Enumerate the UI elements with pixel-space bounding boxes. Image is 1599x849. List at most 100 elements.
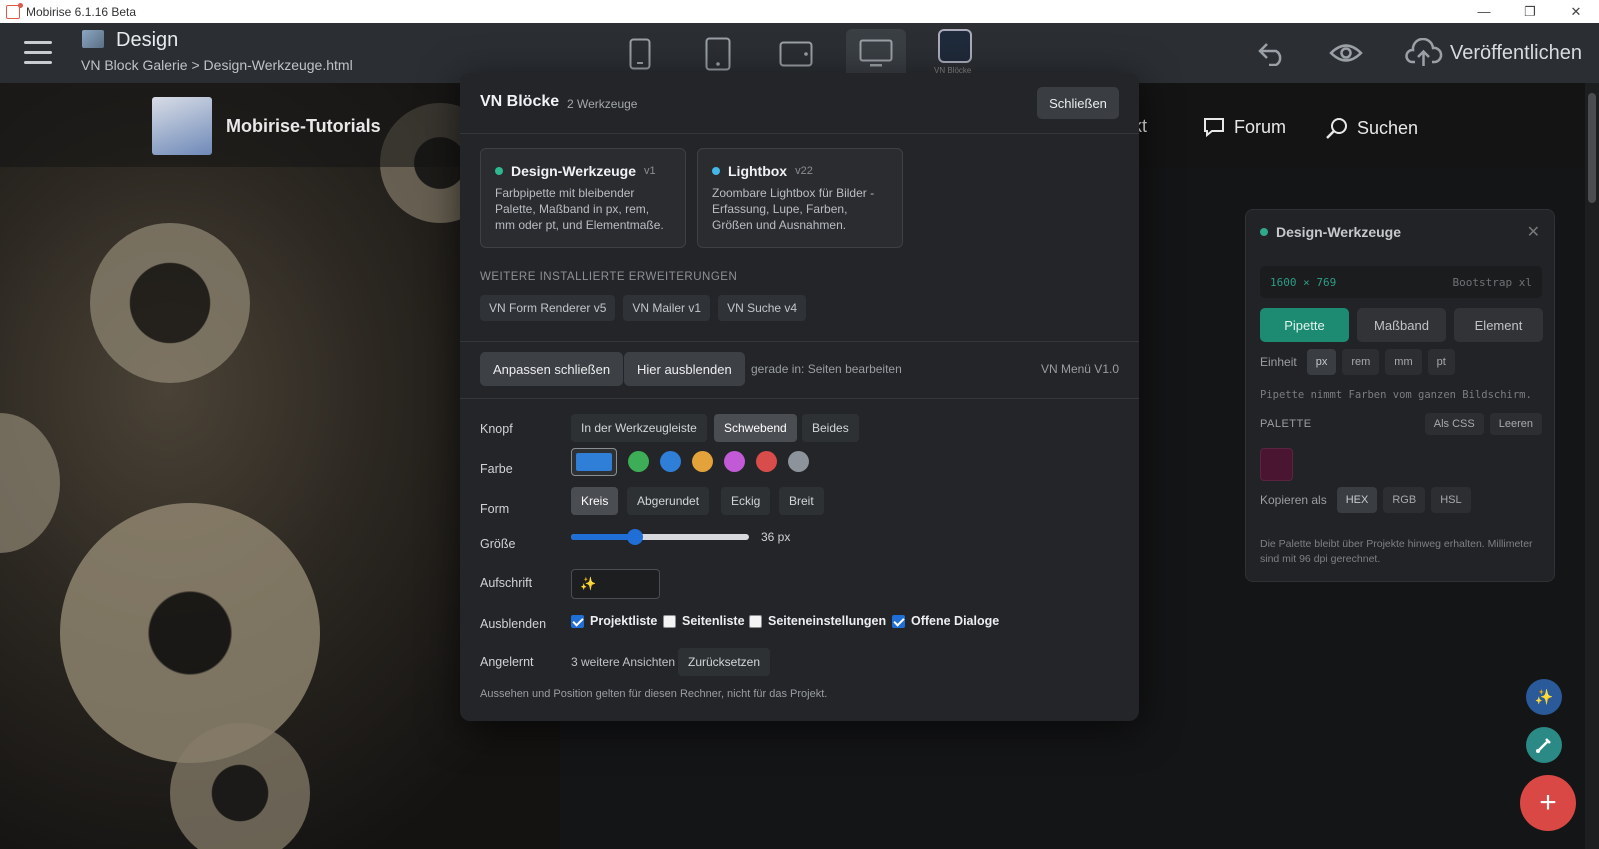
page-scrollbar[interactable] xyxy=(1585,83,1599,849)
learned-views-count: 3 weitere Ansichten xyxy=(571,655,676,669)
vn-blocks-dialog: VN Blöcke 2 Werkzeuge Schließen Design-W… xyxy=(460,73,1139,721)
app-icon xyxy=(6,2,23,19)
hide-page-list-checkbox[interactable]: Seitenliste xyxy=(663,614,745,628)
pipette-hint: Pipette nimmt Farben vom ganzen Bildschi… xyxy=(1260,389,1532,401)
extension-card-design-tools[interactable]: Design-Werkzeuge v1 Farbpipette mit blei… xyxy=(480,148,686,248)
slider-handle[interactable] xyxy=(626,529,643,545)
unit-rem-button[interactable]: rem xyxy=(1342,349,1380,375)
palette-header: PALETTE Als CSS Leeren xyxy=(1260,413,1542,435)
hide-project-list-checkbox[interactable]: Projektliste xyxy=(571,614,657,628)
phone-icon xyxy=(629,38,651,70)
unit-pt-button[interactable]: pt xyxy=(1427,349,1455,375)
extension-chip[interactable]: VN Mailer v1 xyxy=(623,295,711,321)
add-block-button[interactable]: + xyxy=(1520,775,1576,831)
dialog-subtitle: 2 Werkzeuge xyxy=(567,97,638,111)
site-logo[interactable] xyxy=(152,97,212,155)
shape-wide-option[interactable]: Breit xyxy=(779,487,824,515)
extension-card-lightbox[interactable]: Lightbox v22 Zoombare Lightbox für Bilde… xyxy=(697,148,903,248)
nav-link-forum[interactable]: Forum xyxy=(1202,116,1286,138)
mode-toolbar-option[interactable]: In der Werkzeugleiste xyxy=(571,414,707,442)
color-orange-swatch[interactable] xyxy=(692,451,713,472)
unit-selector: Einheit px rem mm pt xyxy=(1260,349,1455,375)
scrollbar-thumb[interactable] xyxy=(1588,93,1596,203)
color-blue-swatch[interactable] xyxy=(660,451,681,472)
copy-format-selector: Kopieren als HEX RGB HSL xyxy=(1260,487,1471,513)
minimize-icon[interactable]: — xyxy=(1461,0,1507,23)
reset-button[interactable]: Zurücksetzen xyxy=(678,648,771,676)
extension-version: v22 xyxy=(795,165,813,177)
tablet-landscape-view-button[interactable] xyxy=(766,29,826,79)
hide-here-button[interactable]: Hier ausblenden xyxy=(624,352,745,386)
unit-label: Einheit xyxy=(1260,355,1297,369)
close-customize-button[interactable]: Anpassen schließen xyxy=(480,352,624,386)
preview-eye-icon[interactable] xyxy=(1328,35,1364,71)
format-hex-button[interactable]: HEX xyxy=(1336,487,1378,513)
mode-both-option[interactable]: Beides xyxy=(802,414,859,442)
color-red-swatch[interactable] xyxy=(756,451,777,472)
chat-icon xyxy=(1204,118,1224,138)
menu-version: VN Menü V1.0 xyxy=(1040,362,1119,376)
menu-icon[interactable] xyxy=(24,41,52,65)
nav-link-search[interactable]: Suchen xyxy=(1325,116,1418,140)
color-green-swatch[interactable] xyxy=(628,451,649,472)
tool-measure-button[interactable]: Maßband xyxy=(1357,308,1446,342)
project-thumbnail xyxy=(82,30,104,48)
divider xyxy=(460,341,1139,342)
color-purple-swatch[interactable] xyxy=(724,451,745,472)
publish-button[interactable]: Veröffentlichen xyxy=(1450,42,1582,65)
project-title: Design xyxy=(116,29,179,51)
size-slider[interactable] xyxy=(571,529,749,545)
format-rgb-button[interactable]: RGB xyxy=(1383,487,1426,513)
site-name[interactable]: Mobirise-Tutorials xyxy=(226,116,381,137)
color-label: Farbe xyxy=(480,462,513,476)
extension-description: Farbpipette mit bleibender Palette, Maßb… xyxy=(495,186,664,232)
restore-icon[interactable]: ❐ xyxy=(1507,0,1553,23)
format-hsl-button[interactable]: HSL xyxy=(1431,487,1471,513)
palette-label: PALETTE xyxy=(1260,418,1312,430)
dialog-close-button[interactable]: Schließen xyxy=(1037,87,1119,119)
tool-pipette-button[interactable]: Pipette xyxy=(1260,308,1349,342)
extension-description: Zoombare Lightbox für Bilder - Erfassung… xyxy=(712,186,875,232)
mode-floating-option[interactable]: Schwebend xyxy=(714,414,797,442)
color-gray-swatch[interactable] xyxy=(788,451,809,472)
undo-icon[interactable] xyxy=(1254,35,1290,71)
unit-px-button[interactable]: px xyxy=(1306,349,1337,375)
desktop-view-button[interactable] xyxy=(846,29,906,79)
design-tools-header: Design-Werkzeuge xyxy=(1260,224,1401,240)
hide-page-settings-checkbox[interactable]: Seiteneinstellungen xyxy=(749,614,886,628)
more-extensions-label: WEITERE INSTALLIERTE ERWEITERUNGEN xyxy=(480,271,738,283)
dialog-footnote: Aussehen und Position gelten für diesen … xyxy=(480,688,828,700)
divider xyxy=(460,398,1139,399)
page-path[interactable]: VN Block Galerie > Design-Werkzeuge.html xyxy=(81,57,353,73)
tool-element-button[interactable]: Element xyxy=(1454,308,1543,342)
close-icon[interactable]: ✕ xyxy=(1553,0,1599,23)
shape-rounded-option[interactable]: Abgerundet xyxy=(627,487,710,515)
unit-mm-button[interactable]: mm xyxy=(1385,349,1422,375)
design-floating-button[interactable] xyxy=(1526,727,1562,763)
status-dot-icon xyxy=(712,167,720,175)
copy-label: Kopieren als xyxy=(1260,493,1327,507)
palette-clear-button[interactable]: Leeren xyxy=(1489,413,1542,435)
palette-swatch[interactable] xyxy=(1260,448,1293,481)
tablet-landscape-icon xyxy=(779,41,813,67)
sparkle-icon: ✨ xyxy=(1534,689,1554,706)
extension-chip[interactable]: VN Form Renderer v5 xyxy=(480,295,616,321)
vn-floating-button[interactable]: ✨ xyxy=(1526,679,1562,715)
phone-view-button[interactable] xyxy=(610,29,670,79)
hide-open-dialogs-checkbox[interactable]: Offene Dialoge xyxy=(892,614,999,628)
design-tools-title: Design-Werkzeuge xyxy=(1276,224,1401,240)
shape-circle-option[interactable]: Kreis xyxy=(571,487,619,515)
design-tools-panel: Design-Werkzeuge ✕ 1600 × 769 Bootstrap … xyxy=(1245,209,1555,582)
palette-as-css-button[interactable]: Als CSS xyxy=(1424,413,1484,435)
tablet-icon xyxy=(705,37,731,71)
tablet-portrait-view-button[interactable] xyxy=(688,29,748,79)
color-picker-selected[interactable] xyxy=(571,448,617,476)
viewport-dimension-bar: 1600 × 769 Bootstrap xl xyxy=(1260,266,1542,298)
caption-input[interactable]: ✨ xyxy=(571,569,660,599)
vn-blocks-button[interactable] xyxy=(938,29,972,63)
shape-square-option[interactable]: Eckig xyxy=(721,487,771,515)
panel-close-icon[interactable]: ✕ xyxy=(1527,222,1540,242)
extension-chip[interactable]: VN Suche v4 xyxy=(718,295,807,321)
button-mode-label: Knopf xyxy=(480,422,513,436)
cloud-upload-icon[interactable] xyxy=(1404,35,1444,71)
